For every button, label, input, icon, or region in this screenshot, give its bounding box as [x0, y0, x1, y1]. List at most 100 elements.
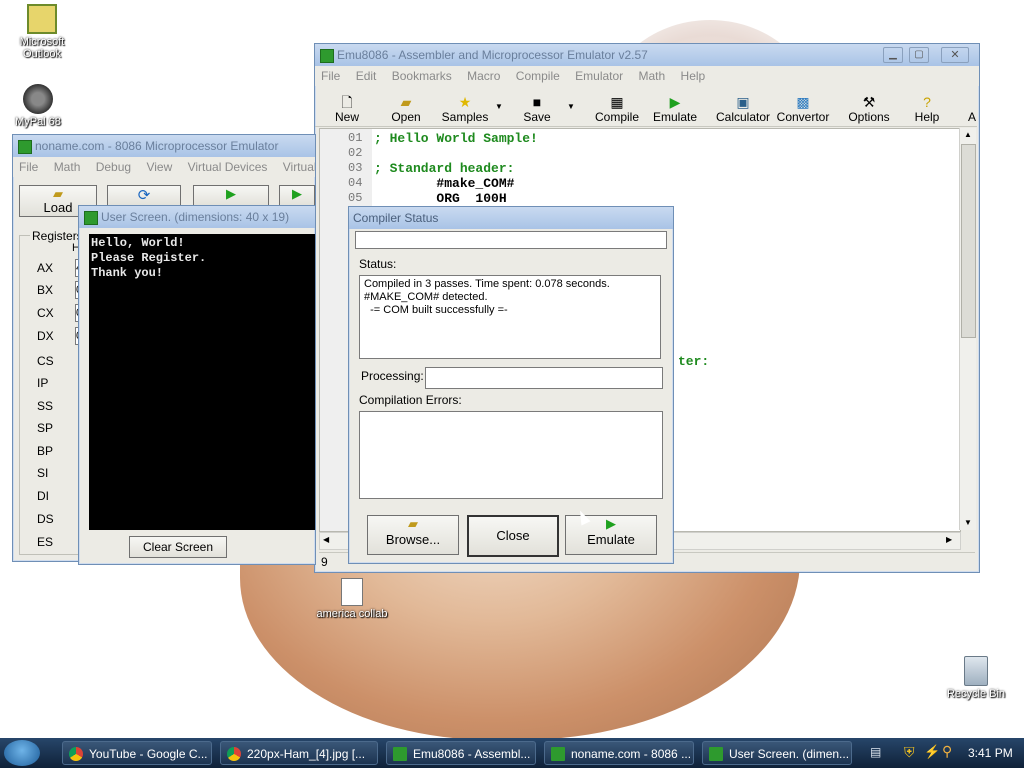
desktop-icon-label: Microsoft: [19, 36, 65, 48]
desktop-icon-america-collab[interactable]: america collab: [310, 578, 394, 620]
compiler-status-titlebar[interactable]: Compiler Status: [349, 207, 673, 229]
calculator-button[interactable]: ▣ Calculator: [715, 94, 771, 124]
menu-compile[interactable]: Compile: [516, 69, 560, 83]
reload-button[interactable]: ⟳: [107, 185, 181, 207]
taskbar-item-label: YouTube - Google C...: [89, 747, 208, 761]
help-label: Help: [914, 110, 940, 124]
menu-file[interactable]: File: [19, 160, 38, 174]
scroll-down-icon[interactable]: ▼: [964, 518, 972, 527]
save-button[interactable]: ■ Save: [519, 94, 555, 124]
code-text-fragment: ter:: [678, 354, 710, 369]
taskbar-item-youtube[interactable]: YouTube - Google C...: [62, 741, 212, 765]
single-step-button[interactable]: ▶: [193, 185, 269, 207]
options-button[interactable]: ⚒ Options: [843, 94, 895, 124]
emulate-label: Emulate: [652, 110, 698, 124]
shield-icon[interactable]: ⛨: [904, 744, 915, 761]
menu-math[interactable]: Math: [54, 160, 81, 174]
desktop-icon-label: MyPal 68: [15, 116, 61, 128]
menu-bookmarks[interactable]: Bookmarks: [392, 69, 452, 83]
menu-help[interactable]: Help: [681, 69, 706, 83]
console-line: Thank you!: [91, 266, 164, 280]
compile-button[interactable]: ▦ Compile: [593, 94, 641, 124]
emulator-titlebar[interactable]: noname.com - 8086 Microprocessor Emulato…: [13, 135, 315, 157]
recycle-bin-icon: [964, 656, 988, 686]
desktop-icon-recycle-bin[interactable]: Recycle Bin: [934, 656, 1018, 700]
menu-virtual-devices[interactable]: Virtual Devices: [188, 160, 268, 174]
save-dropdown-icon[interactable]: ▼: [567, 102, 575, 111]
search-icon[interactable]: ⚲: [942, 743, 952, 760]
code-text: ; Standard header:: [374, 161, 515, 176]
emu8086-icon: [551, 747, 565, 761]
minimize-icon[interactable]: ▁: [883, 47, 903, 63]
taskbar-item-emulator[interactable]: noname.com - 8086 ...: [544, 741, 694, 765]
desktop-icon-label: america collab: [316, 608, 388, 620]
emu8086-icon: [84, 211, 98, 225]
convertor-button[interactable]: ▩ Convertor: [775, 94, 831, 124]
menu-view[interactable]: View: [146, 160, 172, 174]
network-icon[interactable]: ⚡: [924, 744, 940, 760]
menu-macro[interactable]: Macro: [467, 69, 500, 83]
desktop-icon-outlook[interactable]: Microsoft Outlook: [0, 4, 84, 60]
folder-icon: ▰: [53, 186, 63, 201]
keyboard-icon[interactable]: ▤: [870, 745, 881, 759]
samples-button[interactable]: ★ Samples: [439, 94, 491, 124]
close-icon[interactable]: ✕: [941, 47, 969, 63]
console-line: Please Register.: [91, 251, 207, 265]
compile-icon: ▦: [610, 94, 624, 110]
menu-virtual-drive[interactable]: Virtual Dri: [283, 160, 315, 174]
folder-icon: ▰: [408, 516, 418, 531]
new-file-icon: 🗋: [341, 94, 353, 110]
menu-debug[interactable]: Debug: [96, 160, 131, 174]
user-screen-titlebar[interactable]: User Screen. (dimensions: 40 x 19): [79, 206, 315, 228]
compilation-errors-label: Compilation Errors:: [359, 393, 462, 407]
menu-math[interactable]: Math: [639, 69, 666, 83]
emulator-title: noname.com - 8086 Microprocessor Emulato…: [35, 139, 279, 153]
line-number: 02: [348, 146, 363, 160]
clear-screen-button[interactable]: Clear Screen: [129, 536, 227, 558]
register-label-ss: SS: [37, 399, 54, 413]
help-button[interactable]: ? Help: [911, 94, 943, 124]
new-button[interactable]: 🗋 New: [327, 94, 367, 124]
emu8086-icon: [393, 747, 407, 761]
status-line: #MAKE_COM# detected.: [364, 291, 488, 303]
samples-dropdown-icon[interactable]: ▼: [495, 102, 503, 111]
maximize-icon[interactable]: ▢: [909, 47, 929, 63]
status-label: Status:: [359, 257, 397, 271]
convertor-icon: ▩: [796, 94, 810, 110]
editor-title: Emu8086 - Assembler and Microprocessor E…: [337, 48, 648, 62]
register-label-ds: DS: [37, 512, 54, 526]
close-button[interactable]: Close: [467, 515, 559, 557]
taskbar-item-emu8086[interactable]: Emu8086 - Assembl...: [386, 741, 536, 765]
processing-label: Processing:: [361, 369, 424, 383]
menu-edit[interactable]: Edit: [356, 69, 377, 83]
code-text: ORG 100H: [374, 191, 507, 206]
start-button-windows-icon[interactable]: [4, 740, 40, 766]
open-button[interactable]: ▰ Open: [383, 94, 429, 124]
emu8086-icon: [709, 747, 723, 761]
scroll-left-icon[interactable]: ◀: [323, 535, 329, 544]
editor-vertical-scrollbar[interactable]: ▲ ▼: [959, 128, 976, 530]
about-button[interactable]: A: [967, 110, 977, 124]
console-line: Hello, World!: [91, 236, 185, 250]
emulate-button[interactable]: ▶ Emulate: [651, 94, 699, 124]
run-button[interactable]: ▶: [279, 185, 315, 207]
compiler-file-field: [355, 231, 667, 249]
editor-titlebar[interactable]: Emu8086 - Assembler and Microprocessor E…: [315, 44, 979, 66]
taskbar-item-user-screen[interactable]: User Screen. (dimen...: [702, 741, 852, 765]
taskbar-clock[interactable]: 3:41 PM: [968, 746, 1013, 760]
browse-button[interactable]: ▰ Browse...: [367, 515, 459, 555]
desktop-icon-mypal[interactable]: MyPal 68: [0, 84, 80, 128]
status-line: Compiled in 3 passes. Time spent: 0.078 …: [364, 278, 610, 290]
user-screen-title: User Screen. (dimensions: 40 x 19): [101, 210, 290, 224]
emu8086-icon: [18, 140, 32, 154]
star-icon: ★: [458, 94, 472, 110]
scroll-right-icon[interactable]: ▶: [946, 535, 952, 544]
console-output: Hello, World! Please Register. Thank you…: [89, 234, 315, 530]
menu-file[interactable]: File: [321, 69, 340, 83]
scrollbar-thumb[interactable]: [961, 144, 976, 338]
scroll-up-icon[interactable]: ▲: [964, 130, 972, 139]
user-screen-window: User Screen. (dimensions: 40 x 19) Hello…: [78, 205, 316, 565]
run-icon: ▶: [292, 186, 302, 201]
taskbar-item-image[interactable]: 220px-Ham_[4].jpg [...: [220, 741, 378, 765]
menu-emulator[interactable]: Emulator: [575, 69, 623, 83]
